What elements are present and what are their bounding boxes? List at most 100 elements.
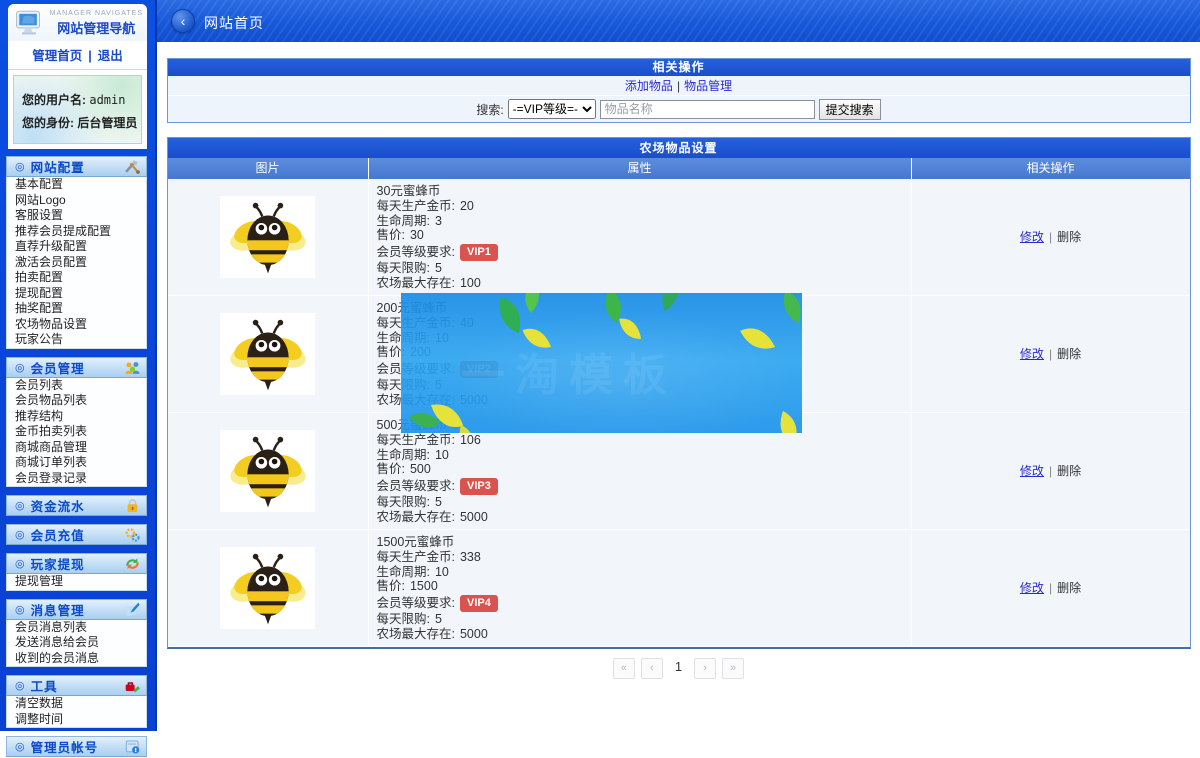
brand-title: 网站管理导航 (50, 18, 143, 37)
sidebar-item[interactable]: 基本配置 (7, 177, 146, 193)
sidebar-item[interactable]: 推荐结构 (7, 409, 146, 425)
page-title: 网站首页 (204, 13, 264, 33)
sidebar-item[interactable]: 提现配置 (7, 286, 146, 302)
item-image-cell (168, 530, 368, 646)
bullet-icon: ◎ (15, 528, 25, 541)
edit-link[interactable]: 修改 (1020, 345, 1044, 362)
actions-separator: | (1049, 347, 1052, 361)
item-attribute: 农场最大存在:5000 (377, 627, 911, 642)
sidebar-item[interactable]: 金币拍卖列表 (7, 424, 146, 440)
sidebar-section-title: 工具 (31, 676, 124, 695)
page-next-button[interactable]: › (694, 658, 716, 679)
sidebar-item[interactable]: 拍卖配置 (7, 270, 146, 286)
item-attributes-cell: 30元蜜蜂币 每天生产金币:20生命周期:3售价:30会员等级要求:VIP1每天… (368, 179, 911, 295)
sidebar-section-title: 管理员帐号 (31, 737, 124, 756)
sidebar-item[interactable]: 收到的会员消息 (7, 651, 146, 667)
username-value: admin (89, 93, 125, 107)
delete-link[interactable]: 删除 (1057, 228, 1081, 245)
logout-link[interactable]: 退出 (98, 49, 123, 63)
item-image (220, 313, 315, 395)
item-manage-link[interactable]: 物品管理 (684, 79, 732, 93)
back-button[interactable]: ‹ (171, 9, 195, 33)
item-attribute: 售价:1500 (377, 579, 911, 594)
sidebar-item[interactable]: 网站Logo (7, 193, 146, 209)
bullet-icon: ◎ (15, 557, 25, 570)
sidebar-section-header[interactable]: ◎ 资金流水 (6, 495, 147, 516)
sidebar-item[interactable]: 抽奖配置 (7, 301, 146, 317)
pagination: «‹1›» (157, 658, 1200, 679)
item-image (220, 547, 315, 629)
bullet-icon: ◎ (15, 679, 25, 692)
bee-icon (225, 433, 311, 509)
vip-badge: VIP1 (460, 244, 498, 261)
search-input[interactable] (600, 100, 815, 119)
item-attribute: 每天生产金币:338 (377, 550, 911, 565)
sidebar-item[interactable]: 客服设置 (7, 208, 146, 224)
sidebar-item[interactable]: 会员列表 (7, 378, 146, 394)
delete-link[interactable]: 删除 (1057, 345, 1081, 362)
sidebar-section-header[interactable]: ◎ 会员充值 (6, 524, 147, 545)
sidebar-section-header[interactable]: ◎ 工具 (6, 675, 147, 696)
role-value: 后台管理员 (77, 116, 137, 130)
sidebar-item[interactable]: 直荐升级配置 (7, 239, 146, 255)
page-prev-button[interactable]: ‹ (641, 658, 663, 679)
sidebar-item[interactable]: 会员登录记录 (7, 471, 146, 487)
item-attribute: 会员等级要求:VIP4 (377, 594, 911, 612)
page-last-button[interactable]: » (722, 658, 744, 679)
item-name: 1500元蜜蜂币 (377, 535, 911, 550)
item-attribute: 会员等级要求:VIP1 (377, 243, 911, 261)
bullet-icon: ◎ (15, 499, 25, 512)
sidebar-section-title: 会员充值 (31, 525, 124, 544)
sidebar-item[interactable]: 商城订单列表 (7, 455, 146, 471)
vip-badge: VIP3 (460, 478, 498, 495)
search-submit-button[interactable]: 提交搜索 (819, 99, 881, 120)
sidebar-item[interactable]: 推荐会员提成配置 (7, 224, 146, 240)
sidebar-item[interactable]: 调整时间 (7, 712, 146, 728)
sidebar-section-header[interactable]: ◎ 会员管理 (6, 357, 147, 378)
item-attribute: 每天限购:5 (377, 495, 911, 510)
sidebar-section-title: 消息管理 (31, 600, 124, 619)
bullet-icon: ◎ (15, 160, 25, 173)
column-image: 图片 (168, 158, 368, 179)
sidebar-section-title: 网站配置 (31, 157, 124, 176)
admin-home-link[interactable]: 管理首页 (32, 49, 82, 63)
actions-separator: | (1049, 230, 1052, 244)
sidebar-item[interactable]: 玩家公告 (7, 332, 146, 348)
edit-link[interactable]: 修改 (1020, 228, 1044, 245)
sidebar-item[interactable]: 发送消息给会员 (7, 635, 146, 651)
delete-link[interactable]: 删除 (1057, 579, 1081, 596)
sidebar-item[interactable]: 提现管理 (7, 574, 146, 590)
add-item-link[interactable]: 添加物品 (625, 79, 673, 93)
bullet-icon: ◎ (15, 603, 25, 616)
sidebar-item[interactable]: 激活会员配置 (7, 255, 146, 271)
table-row: 30元蜜蜂币 每天生产金币:20生命周期:3售价:30会员等级要求:VIP1每天… (168, 179, 1190, 296)
sidebar-item[interactable]: 清空数据 (7, 696, 146, 712)
sidebar-section-header[interactable]: ◎ 玩家提现 (6, 553, 147, 574)
edit-link[interactable]: 修改 (1020, 579, 1044, 596)
sidebar-item[interactable]: 农场物品设置 (7, 317, 146, 333)
item-attribute: 每天生产金币:20 (377, 199, 911, 214)
table-row: 1500元蜜蜂币 每天生产金币:338生命周期:10售价:1500会员等级要求:… (168, 530, 1190, 647)
item-actions-cell: 修改 | 删除 (911, 296, 1190, 412)
lock-icon (124, 497, 141, 514)
table-column-header: 图片 属性 相关操作 (168, 158, 1190, 179)
topbar: ‹ 网站首页 (157, 0, 1200, 42)
item-actions-cell: 修改 | 删除 (911, 530, 1190, 646)
page-first-button[interactable]: « (613, 658, 635, 679)
bee-icon (225, 316, 311, 392)
related-operations-panel: 相关操作 添加物品|物品管理 搜索: -=VIP等级=- 提交搜索 (167, 58, 1191, 123)
username-label: 您的用户名: (22, 93, 86, 107)
delete-link[interactable]: 删除 (1057, 462, 1081, 479)
sidebar-section-header[interactable]: ◎ 消息管理 (6, 599, 147, 620)
sidebar-item[interactable]: 会员消息列表 (7, 620, 146, 636)
item-attribute: 生命周期:3 (377, 214, 911, 229)
sidebar-item[interactable]: 会员物品列表 (7, 393, 146, 409)
sidebar-section-header[interactable]: ◎ 网站配置 (6, 156, 147, 177)
vip-level-select[interactable]: -=VIP等级=- (508, 99, 596, 119)
edit-link[interactable]: 修改 (1020, 462, 1044, 479)
column-actions: 相关操作 (911, 158, 1190, 179)
sidebar-section-header[interactable]: ◎ 管理员帐号 (6, 736, 147, 757)
sidebar-item[interactable]: 商城商品管理 (7, 440, 146, 456)
item-attribute: 每天限购:5 (377, 261, 911, 276)
item-attribute: 生命周期:10 (377, 565, 911, 580)
